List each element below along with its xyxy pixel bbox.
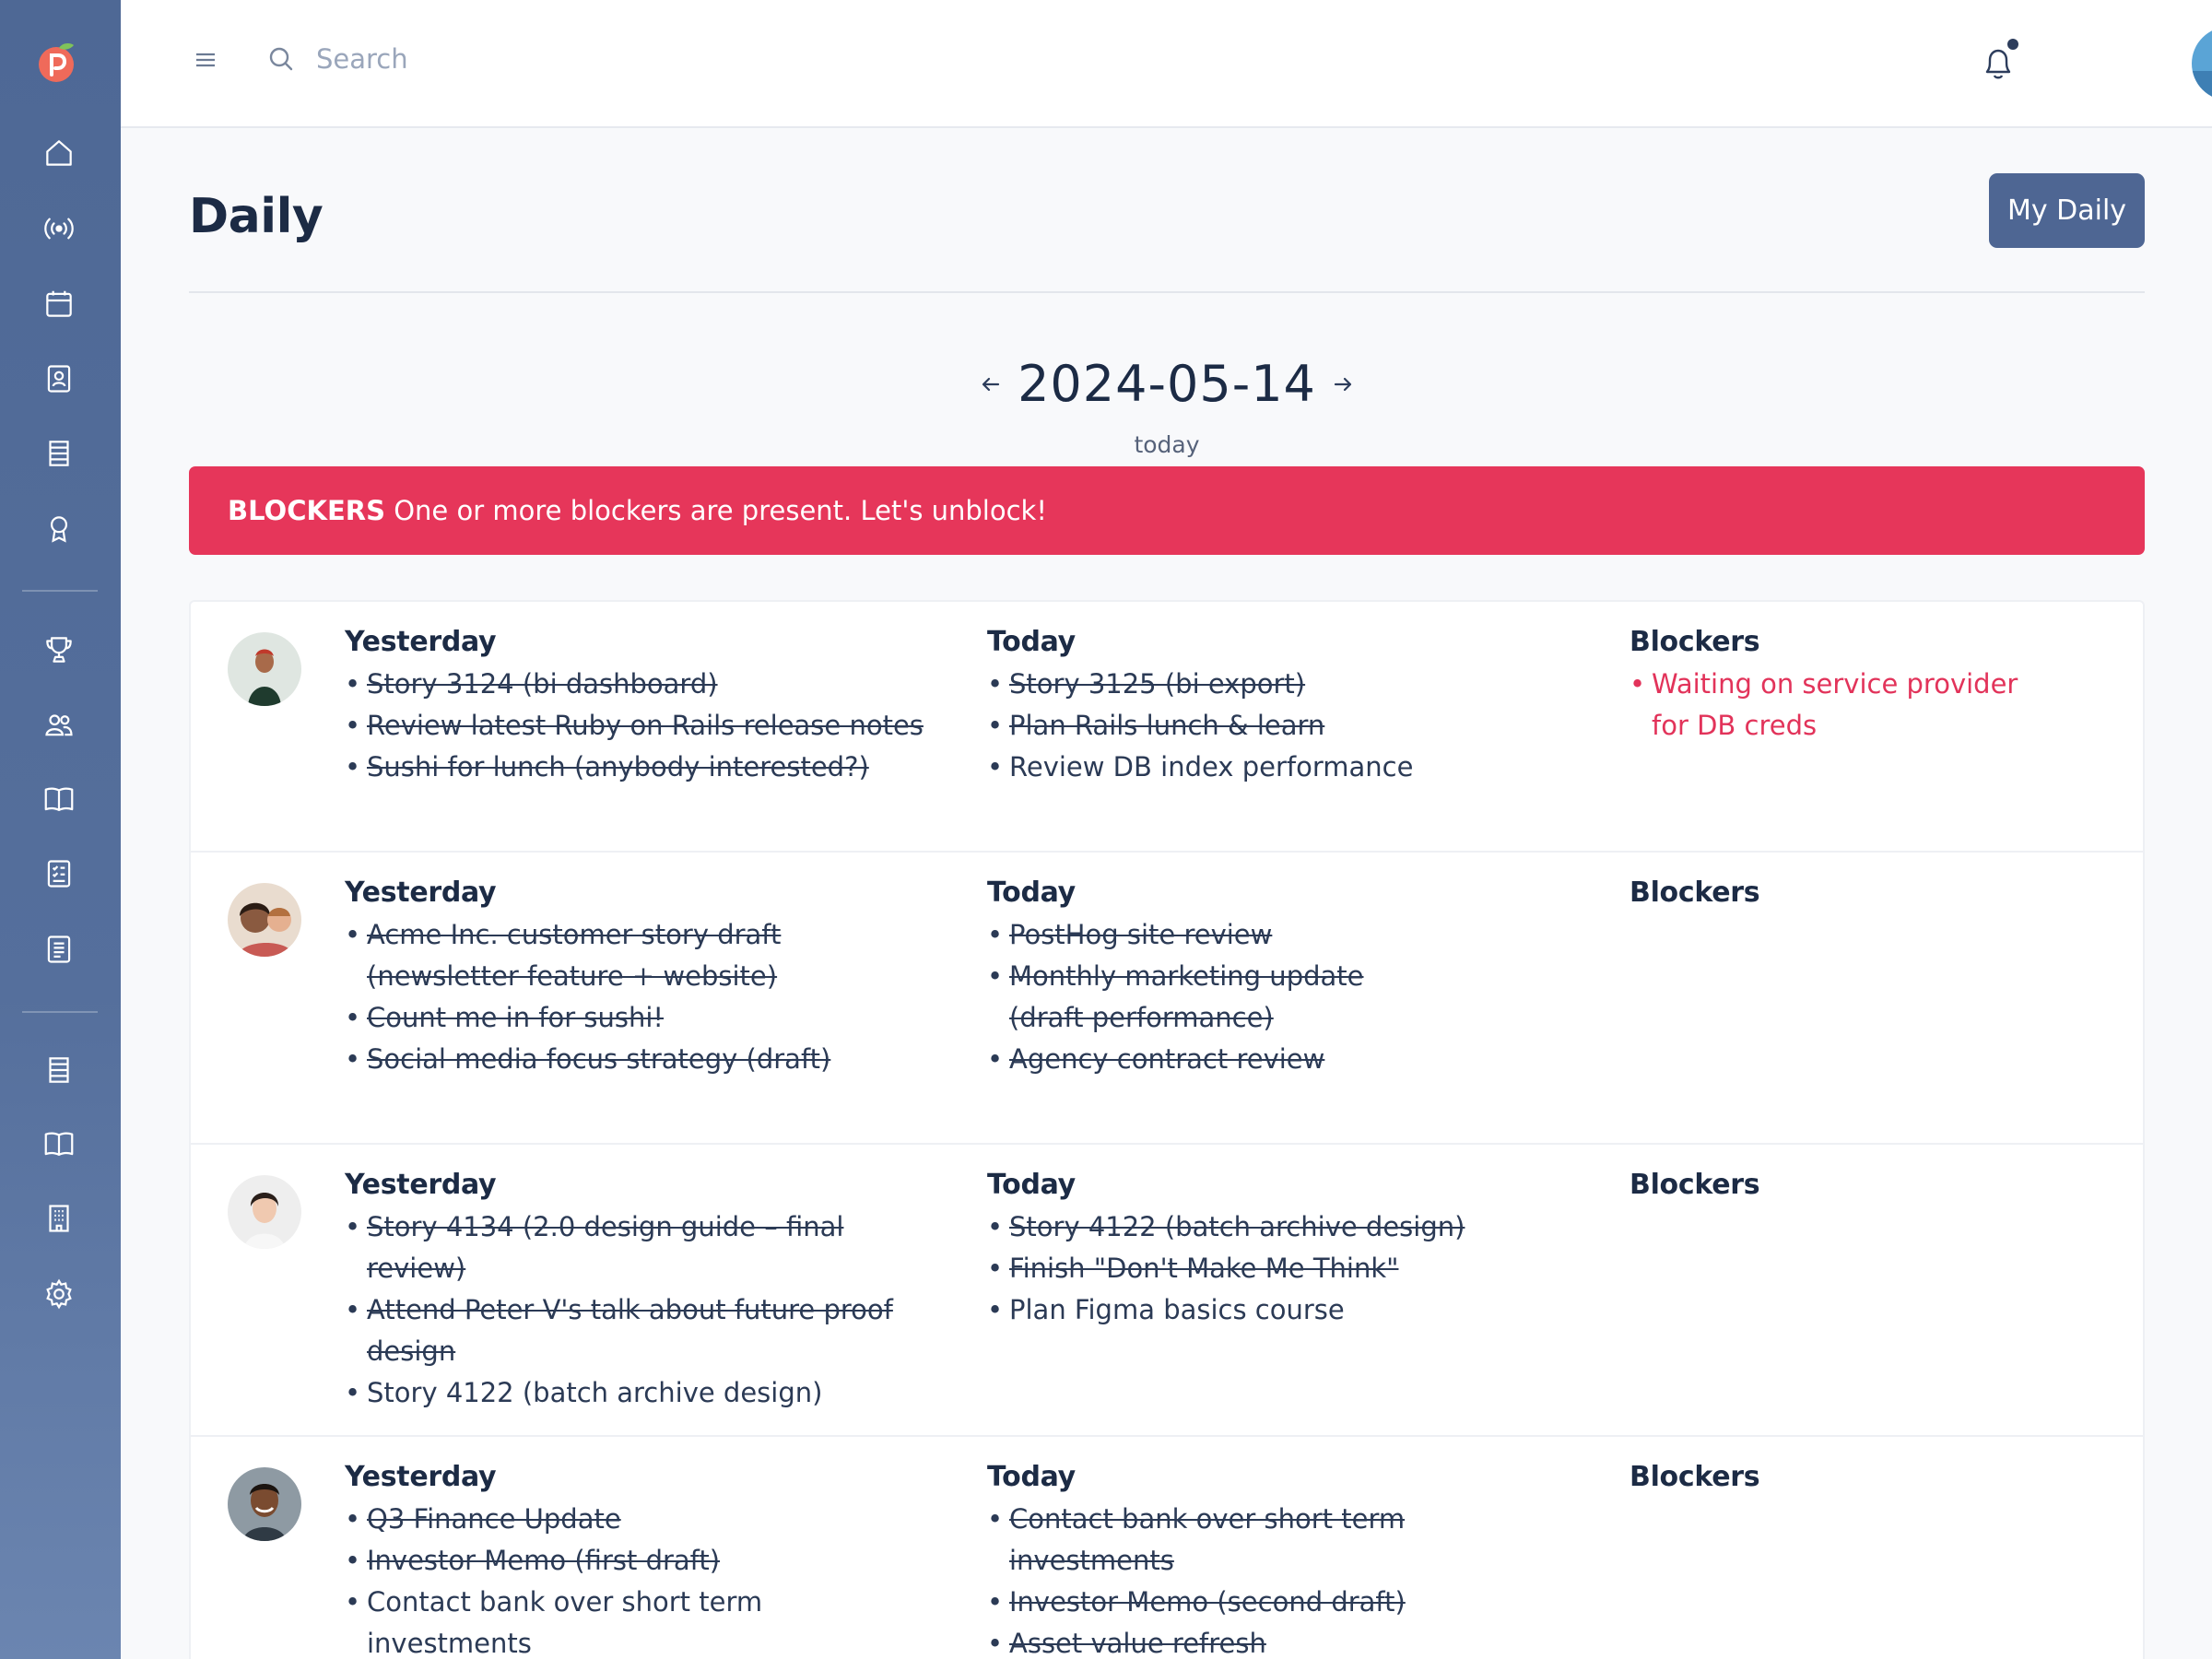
avatar: [228, 1467, 301, 1541]
yesterday-heading: Yesterday: [345, 1169, 497, 1201]
list-item: Story 3125 (bi export): [987, 664, 1577, 705]
daily-entry: Yesterday Story 4134 (2.0 design guide –…: [191, 1145, 2143, 1437]
broadcast-icon[interactable]: [41, 211, 76, 246]
hamburger-menu-icon[interactable]: [192, 46, 219, 74]
today-column: Today Story 4122 (batch archive design) …: [987, 1169, 1577, 1331]
list-item: Plan Rails lunch & learn: [987, 705, 1577, 747]
list-item: Story 4122 (batch archive design): [345, 1372, 935, 1414]
list-item: Plan Figma basics course: [987, 1289, 1577, 1331]
today-column: Today Contact bank over short term inves…: [987, 1461, 1577, 1659]
list-item: Acme Inc. customer story draft (newslett…: [345, 914, 935, 997]
users-icon[interactable]: [41, 707, 76, 742]
yesterday-column: Yesterday Acme Inc. customer story draft…: [345, 877, 935, 1080]
blockers-column: Blockers Waiting on service provider for…: [1630, 626, 2063, 747]
yesterday-column: Yesterday Q3 Finance Update Investor Mem…: [345, 1461, 935, 1659]
alert-message: One or more blockers are present. Let's …: [394, 495, 1047, 526]
list-item: Investor Memo (second draft): [987, 1582, 1577, 1623]
list-item: Story 4122 (batch archive design): [987, 1206, 1577, 1248]
page-title: Daily: [189, 189, 324, 244]
yesterday-heading: Yesterday: [345, 877, 497, 909]
yesterday-column: Yesterday Story 3124 (bi dashboard) Revi…: [345, 626, 935, 788]
settings-icon[interactable]: [41, 1277, 76, 1312]
today-heading: Today: [987, 1169, 1076, 1201]
book-icon[interactable]: [41, 1126, 76, 1161]
list-item: PostHog site review: [987, 914, 1420, 956]
daily-entry: Yesterday Acme Inc. customer story draft…: [191, 853, 2143, 1145]
list-item: Monthly marketing update (draft performa…: [987, 956, 1420, 1039]
list-item: Finish "Don't Make Me Think": [987, 1248, 1577, 1289]
daily-entry: Yesterday Q3 Finance Update Investor Mem…: [191, 1437, 2143, 1659]
list-item: Count me in for sushi!: [345, 997, 935, 1039]
blockers-column: Blockers: [1630, 1169, 2063, 1206]
list-item: Social media focus strategy (draft): [345, 1039, 935, 1080]
blockers-heading: Blockers: [1630, 877, 1760, 909]
yesterday-column: Yesterday Story 4134 (2.0 design guide –…: [345, 1169, 935, 1414]
sidebar: [0, 0, 121, 1659]
home-icon[interactable]: [41, 135, 76, 171]
list-item: Story 4134 (2.0 design guide – final rev…: [345, 1206, 935, 1289]
list-item: Review latest Ruby on Rails release note…: [345, 705, 935, 747]
daily-entry: Yesterday Story 3124 (bi dashboard) Revi…: [191, 602, 2143, 853]
document-icon[interactable]: [41, 932, 76, 967]
my-daily-button[interactable]: My Daily: [1989, 173, 2145, 248]
list-item: Review DB index performance: [987, 747, 1577, 788]
top-bar: [121, 0, 2212, 128]
date-relative-label: today: [1134, 431, 1200, 458]
avatar: [228, 632, 301, 706]
list-item: Contact bank over short term investments: [987, 1499, 1577, 1582]
previous-day-arrow-icon[interactable]: [978, 371, 1004, 397]
current-date: 2024-05-14: [1018, 355, 1316, 413]
list-item: Q3 Finance Update: [345, 1499, 935, 1540]
divider: [189, 291, 2145, 293]
search-icon: [266, 44, 296, 74]
building-icon[interactable]: [41, 1201, 76, 1236]
book-icon[interactable]: [41, 782, 76, 817]
yesterday-heading: Yesterday: [345, 626, 497, 658]
today-column: Today PostHog site review Monthly market…: [987, 877, 1420, 1080]
date-navigator: 2024-05-14: [0, 355, 2212, 413]
next-day-arrow-icon[interactable]: [1330, 371, 1356, 397]
today-heading: Today: [987, 1461, 1076, 1493]
checklist-icon[interactable]: [41, 856, 76, 891]
blockers-column: Blockers: [1630, 877, 2063, 914]
blockers-heading: Blockers: [1630, 1461, 1760, 1493]
blockers-alert: BLOCKERS One or more blockers are presen…: [189, 466, 2145, 555]
list-item: Story 3124 (bi dashboard): [345, 664, 935, 705]
blocker-item: Waiting on service provider for DB creds: [1630, 664, 2063, 747]
avatar[interactable]: [2192, 27, 2212, 100]
sidebar-divider: [22, 1011, 98, 1013]
sidebar-divider: [22, 590, 98, 592]
blockers-column: Blockers: [1630, 1461, 2063, 1499]
search-input[interactable]: [316, 35, 703, 83]
today-heading: Today: [987, 626, 1076, 658]
list-item: Agency contract review: [987, 1039, 1420, 1080]
peach-logo[interactable]: [35, 40, 79, 84]
list-item: Investor Memo (first draft): [345, 1540, 935, 1582]
list-item: Sushi for lunch (anybody interested?): [345, 747, 935, 788]
award-icon[interactable]: [41, 512, 76, 547]
avatar: [228, 1175, 301, 1249]
blockers-heading: Blockers: [1630, 626, 1760, 658]
today-column: Today Story 3125 (bi export) Plan Rails …: [987, 626, 1577, 788]
list-item: Asset value refresh: [987, 1623, 1577, 1659]
daily-entries-card: Yesterday Story 3124 (bi dashboard) Revi…: [189, 600, 2145, 1659]
list-item: Contact bank over short term investments: [345, 1582, 935, 1659]
list-item: Attend Peter V's talk about future proof…: [345, 1289, 935, 1372]
alert-label: BLOCKERS: [228, 495, 385, 526]
list-icon[interactable]: [41, 1053, 76, 1088]
today-heading: Today: [987, 877, 1076, 909]
trophy-icon[interactable]: [41, 632, 76, 667]
yesterday-heading: Yesterday: [345, 1461, 497, 1493]
calendar-icon[interactable]: [41, 287, 76, 322]
notification-dot: [2007, 39, 2018, 50]
avatar: [228, 883, 301, 957]
blockers-heading: Blockers: [1630, 1169, 1760, 1201]
